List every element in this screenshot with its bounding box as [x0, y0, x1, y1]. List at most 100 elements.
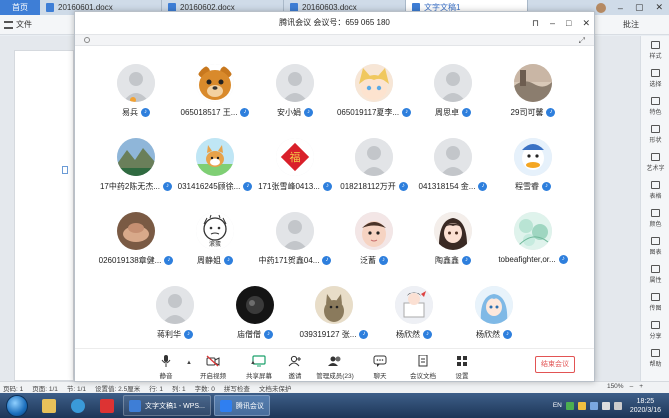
toolbar-button-microphone[interactable]: 静音 — [145, 355, 187, 380]
zoom-plus-icon[interactable]: + — [639, 383, 643, 390]
taskbar-task-meeting[interactable]: 腾讯会议 — [213, 395, 270, 416]
microphone-status-icon: ♪ — [478, 182, 488, 191]
participant-tile[interactable]: 039319127 张... ♪ — [289, 286, 379, 356]
sidebar-tool-icon — [651, 320, 660, 329]
pin-icon[interactable]: ⊓ — [532, 18, 539, 29]
participant-tile[interactable]: 易兵 ♪ — [91, 64, 181, 134]
toolbar-button-members[interactable]: 管理成员(23) — [314, 355, 356, 380]
participant-tile[interactable]: 泛蓄 ♪ — [329, 212, 419, 282]
wps-home-tab[interactable]: 首页 — [0, 0, 40, 15]
close-icon[interactable]: ✕ — [582, 18, 590, 29]
participant-tile[interactable]: tobeafighter,or... ♪ — [488, 212, 578, 282]
start-button[interactable] — [6, 394, 28, 417]
toolbar-button-label: 聊天 — [373, 373, 387, 380]
tray-app-icon[interactable] — [577, 401, 586, 410]
end-meeting-button[interactable]: 结束会议 — [535, 356, 575, 373]
microphone-status-icon: ♪ — [379, 256, 388, 265]
participant-tile[interactable]: 065019117夏李... ♪ — [329, 64, 419, 134]
sidebar-item[interactable]: 选择 — [641, 64, 669, 92]
maximize-icon[interactable]: □ — [566, 18, 571, 28]
participant-tile[interactable]: 065018517 王... ♪ — [170, 64, 260, 134]
participant-name: 杨欣然 — [476, 330, 500, 339]
toolbar-button-settings[interactable]: 设置 — [441, 355, 483, 380]
minimize-icon[interactable]: – — [618, 3, 623, 13]
participant-tile[interactable]: 福 171张雪峰0413... ♪ — [250, 138, 340, 208]
meeting-window-controls: ⊓ – □ ✕ — [532, 12, 590, 34]
toolbar-button-invite[interactable]: 邀请 — [274, 355, 316, 380]
sidebar-item[interactable]: 特色 — [641, 92, 669, 120]
participant-name: 周思卓 — [435, 108, 459, 117]
sidebar-item[interactable]: 颜色 — [641, 204, 669, 232]
caret-up-icon[interactable]: ▲ — [250, 360, 256, 366]
donald-duck-avatar — [514, 138, 552, 176]
sidebar-item[interactable]: 样式 — [641, 36, 669, 64]
toolbar-button-document[interactable]: 会议文档 — [402, 354, 444, 380]
participant-tile[interactable]: 031416245顾徐... ♪ — [170, 138, 260, 208]
taskbar-task-wps[interactable]: 文字文稿1 - WPS... — [123, 395, 211, 416]
status-spellcheck[interactable]: 拼写检查 — [224, 383, 250, 393]
participant-tile[interactable]: 中药171贺鑫04... ♪ — [250, 212, 340, 282]
anime-girl-avatar — [434, 212, 472, 250]
participant-tile[interactable]: 蒋利华 ♪ — [130, 286, 220, 356]
participant-tile[interactable]: 041318154 金... ♪ — [408, 138, 498, 208]
participant-tile[interactable]: 17中药2陈无杰... ♪ — [91, 138, 181, 208]
file-menu[interactable]: 文件 — [16, 19, 32, 30]
participant-tile[interactable]: 018218112万开 ♪ — [329, 138, 419, 208]
zoom-minus-icon[interactable]: – — [630, 383, 634, 390]
participant-tile[interactable]: 安小娟 ♪ — [250, 64, 340, 134]
participant-tile[interactable]: 026019138章健... ♪ — [91, 212, 181, 282]
tray-app-icon[interactable] — [589, 401, 598, 410]
sidebar-item[interactable]: 表格 — [641, 176, 669, 204]
participant-tile[interactable]: 29司可馨 ♪ — [488, 64, 578, 134]
toolbar-button-chat[interactable]: 聊天 — [359, 355, 401, 380]
status-protect[interactable]: 文档未保护 — [259, 383, 292, 393]
meeting-info-bar: ⤢ — [75, 34, 594, 46]
sidebar-item[interactable]: 图表 — [641, 232, 669, 260]
tray-app-icon[interactable] — [565, 401, 574, 410]
wps-right-sidebar: 样式 选择 特色 形状 艺术字 表格 颜色 图表 属性 传图 分享 帮助 — [640, 36, 669, 381]
zoom-level[interactable]: 150% — [607, 383, 624, 390]
red-fu-avatar: 福 — [276, 138, 314, 176]
participant-name: 易兵 — [122, 108, 138, 117]
participant-tile[interactable]: 周思卓 ♪ — [408, 64, 498, 134]
maximize-icon[interactable]: ▢ — [635, 2, 644, 13]
user-avatar[interactable] — [595, 2, 606, 13]
document-page[interactable] — [14, 50, 74, 381]
system-clock[interactable]: 18:25 2020/3/16 — [630, 397, 661, 415]
fullscreen-icon[interactable]: ⤢ — [579, 36, 585, 46]
anime-cat-girl-avatar — [355, 64, 393, 102]
close-icon[interactable]: ✕ — [655, 2, 663, 13]
volume-icon[interactable] — [613, 401, 622, 410]
sidebar-item[interactable]: 形状 — [641, 120, 669, 148]
caret-up-icon[interactable]: ▲ — [186, 360, 192, 366]
participant-tile[interactable]: 杨欣然 ♪ — [449, 286, 539, 356]
sidebar-item[interactable]: 属性 — [641, 260, 669, 288]
network-icon[interactable] — [601, 401, 610, 410]
default-avatar — [156, 286, 194, 324]
sidebar-item[interactable]: 帮助 — [641, 344, 669, 372]
participant-name-row: 041318154 金... ♪ — [419, 181, 488, 192]
toolbar-button-camera-off[interactable]: 开启视频 — [192, 355, 234, 380]
participant-tile[interactable]: 程雪睿 ♪ — [488, 138, 578, 208]
sidebar-item[interactable]: 艺术字 — [641, 148, 669, 176]
sidebar-item[interactable]: 传图 — [641, 288, 669, 316]
menu-icon[interactable] — [4, 20, 13, 29]
approve-menu[interactable]: 批注 — [623, 19, 639, 30]
microphone-status-icon: ♪ — [264, 330, 273, 339]
pinned-browser-icon[interactable] — [65, 395, 91, 416]
input-language[interactable]: EN — [553, 402, 562, 409]
participant-tile[interactable]: 陶鑫鑫 ♪ — [408, 212, 498, 282]
participant-name-row: 039319127 张... ♪ — [300, 329, 369, 340]
pinned-folder-icon[interactable] — [36, 395, 62, 416]
participant-name: 17中药2陈无杰... — [99, 182, 160, 191]
participant-tile[interactable]: 庙僧僧 ♪ — [210, 286, 300, 356]
zoom-control[interactable]: 150% – + — [607, 383, 643, 390]
pinned-wps-icon[interactable] — [94, 395, 120, 416]
meeting-info-icon[interactable] — [84, 37, 90, 43]
default-avatar — [276, 212, 314, 250]
participant-name-row: 031416245顾徐... ♪ — [178, 181, 253, 192]
minimize-icon[interactable]: – — [550, 18, 555, 28]
sidebar-item[interactable]: 分享 — [641, 316, 669, 344]
participant-tile[interactable]: 杨欣然 ♪ — [369, 286, 459, 356]
participant-tile[interactable]: 滚蛋 周静姐 ♪ — [170, 212, 260, 282]
